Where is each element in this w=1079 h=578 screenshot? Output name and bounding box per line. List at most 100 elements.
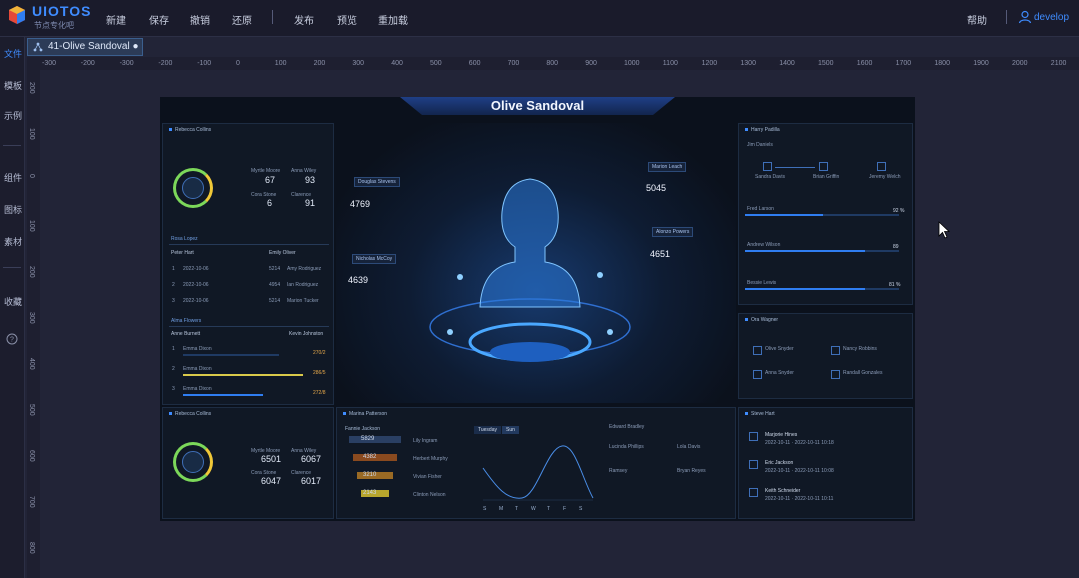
flow-node-label: Jeremy Welch	[869, 174, 901, 180]
sidebar-item-icon[interactable]: 图标	[4, 203, 22, 216]
flow-node-icon	[819, 162, 828, 171]
row-value: 4954	[269, 282, 281, 288]
panel-title: Harry Padilla	[745, 127, 780, 133]
ruler-tick-label: 500	[28, 404, 35, 416]
chart-tab-sun[interactable]: Sun	[502, 426, 519, 434]
sidebar-divider	[3, 267, 21, 268]
ruler-tick-label: 200	[28, 266, 35, 278]
menu-save-button[interactable]: 保存	[149, 12, 169, 27]
stat-value: 6067	[301, 454, 322, 464]
list-item-meta: 2022-10-11 · 2022-10-11 10:18	[765, 440, 834, 446]
list-item-name: Eric Jackson	[765, 460, 794, 466]
mouse-cursor-icon	[938, 221, 950, 239]
gauge-value: 81 %	[889, 282, 901, 288]
progress-bar	[183, 394, 263, 396]
hologram-bust-icon	[429, 178, 631, 362]
gauge-track	[865, 288, 899, 290]
ruler-tick-label: 400	[391, 60, 403, 67]
tab-graph-icon	[33, 42, 43, 52]
menu-new-button[interactable]: 新建	[106, 12, 126, 27]
ruler-tick-label: 0	[236, 60, 240, 67]
x-tick: F	[563, 506, 567, 512]
sidebar-item-file[interactable]: 文件	[4, 47, 22, 60]
menu-divider	[272, 10, 273, 24]
help-button[interactable]: 帮助	[967, 12, 987, 27]
panel-right-top: Harry Padilla Jim Daniels Sandra Davis B…	[738, 123, 913, 305]
line-chart	[482, 445, 594, 501]
user-icon[interactable]	[1018, 10, 1032, 24]
sidebar-item-template[interactable]: 模板	[4, 79, 22, 92]
ruler-tick-label: 1700	[895, 60, 912, 67]
legend-item: Ramsey	[609, 468, 628, 474]
dashboard-title: Olive Sandoval	[490, 98, 585, 113]
gauge-value: 89	[893, 244, 899, 250]
vertical-ruler: 200 100 0 100 200 300 400 500 600 700 800	[27, 70, 40, 578]
flow-node-label: Sandra Davis	[755, 174, 786, 180]
progress-index: 3	[172, 386, 175, 392]
stat-value: 93	[305, 175, 316, 185]
stat-label: Myrtle Moore	[251, 168, 281, 174]
ruler-tick-label: 1900	[973, 60, 989, 67]
legend-item: Lola Davis	[677, 444, 701, 450]
list-item-icon	[749, 432, 758, 441]
menu-publish-button[interactable]: 发布	[294, 12, 314, 27]
ruler-tick-label: -200	[80, 60, 95, 67]
progress-value: 286/5	[313, 370, 326, 376]
menu-redo-button[interactable]: 还原	[232, 12, 252, 27]
panel-left-top: Rebecca Collins Myrtle Moore 67 Anna Wil…	[162, 123, 334, 405]
list-item-name: Marjorie Hines	[765, 432, 798, 438]
stat-value: 91	[305, 198, 316, 208]
item-label: Nancy Robbins	[843, 346, 877, 352]
logo-subtitle: 节点专化吧	[34, 21, 74, 30]
ruler-tick-label: -300	[42, 60, 57, 67]
gauge-center-icon	[182, 451, 204, 473]
funnel-value: 3210	[363, 472, 377, 478]
logo-text: UIOTOS	[32, 3, 92, 19]
item-label: Olive Snyder	[765, 346, 794, 352]
row-index: 1	[172, 266, 175, 272]
tab-olive-sandoval[interactable]: 41-Olive Sandoval ●	[27, 38, 143, 56]
ruler-tick-label: 1300	[740, 60, 756, 67]
menu-undo-button[interactable]: 撤销	[190, 12, 210, 27]
gauge-label: Fred Larson	[747, 206, 774, 212]
ruler-tick-label: 1200	[701, 60, 718, 67]
progress-value: 270/2	[313, 350, 326, 356]
stat-label: Anna Wiley	[291, 168, 317, 174]
gauge-bar	[745, 288, 865, 290]
list-title: Rosa Lopez	[171, 236, 198, 242]
hero-value: 5045	[646, 183, 667, 193]
menu-preview-button[interactable]: 预览	[337, 12, 357, 27]
flow-node-icon	[877, 162, 886, 171]
sidebar-item-example[interactable]: 示例	[4, 109, 22, 122]
list-item-meta: 2022-10-11 · 2022-10-11 10:08	[765, 468, 834, 474]
legend-item: Bryan Reyes	[677, 468, 706, 474]
ruler-tick-label: 500	[430, 60, 442, 67]
gauge-track	[865, 250, 899, 252]
ruler-tick-label: 200	[28, 82, 35, 94]
sidebar-item-favorite[interactable]: 收藏	[4, 295, 22, 308]
chart-tab-tuesday[interactable]: Tuesday	[474, 426, 501, 434]
progress-index: 1	[172, 346, 175, 352]
ruler-tick-label: 1600	[856, 60, 873, 67]
sidebar-item-material[interactable]: 素材	[4, 235, 22, 248]
funnel-value: 2143	[363, 490, 377, 496]
sidebar-item-component[interactable]: 组件	[4, 171, 22, 184]
menu-reload-button[interactable]: 重加载	[378, 12, 408, 27]
divider	[169, 244, 329, 245]
top-right-divider	[1006, 10, 1007, 24]
sub-header-col2: Kevin Johnston	[289, 331, 324, 337]
row-date: 2022-10-06	[183, 298, 209, 304]
divider	[169, 326, 329, 327]
ruler-tick-label: 700	[507, 60, 520, 67]
panel-left-bottom: Rebecca Collins Myrtle Moore 6501 Anna W…	[162, 407, 334, 519]
x-tick: S	[483, 506, 487, 512]
help-circle-icon[interactable]: ?	[6, 333, 18, 345]
gauge-center-icon	[182, 177, 204, 199]
list-item-meta: 2022-10-11 · 2022-10-11 10:11	[765, 496, 834, 502]
ruler-tick-label: 1400	[779, 60, 795, 67]
stat-value: 6501	[261, 454, 282, 464]
design-canvas[interactable]: Olive Sandoval Rebecca Collins Myrtle Mo…	[160, 97, 915, 521]
ruler-tick-label: 100	[28, 220, 35, 232]
x-tick: M	[499, 506, 504, 512]
user-name[interactable]: develop	[1034, 12, 1069, 23]
